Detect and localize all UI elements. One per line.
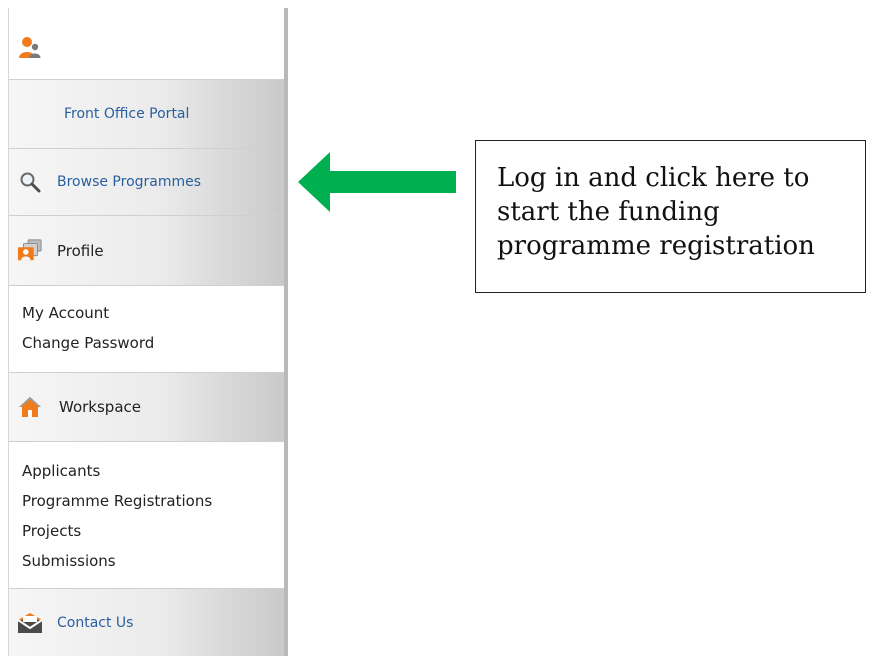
- menu-item-projects[interactable]: Projects: [22, 516, 284, 546]
- left-arrow-icon: [298, 152, 456, 212]
- sidebar-item-browse-programmes[interactable]: Browse Programmes: [9, 149, 284, 216]
- menu-item-submissions[interactable]: Submissions: [22, 546, 284, 576]
- sidebar-section-workspace: Workspace: [9, 373, 284, 442]
- menu-item-my-account[interactable]: My Account: [22, 298, 284, 328]
- contact-us-link[interactable]: Contact Us: [57, 615, 133, 631]
- profile-cards-icon: [17, 238, 43, 264]
- sidebar-item-front-office-portal[interactable]: Front Office Portal: [9, 80, 284, 149]
- browse-programmes-link[interactable]: Browse Programmes: [57, 174, 201, 190]
- menu-item-programme-registrations[interactable]: Programme Registrations: [22, 486, 284, 516]
- house-icon: [17, 394, 43, 420]
- sidebar-section-profile: Profile: [9, 216, 284, 286]
- magnifier-icon: [17, 169, 43, 195]
- sidebar-item-contact-us[interactable]: Contact Us: [9, 589, 284, 656]
- workspace-section-title: Workspace: [59, 398, 141, 416]
- profile-submenu: My Account Change Password: [9, 286, 284, 373]
- front-office-portal-link[interactable]: Front Office Portal: [64, 106, 189, 122]
- envelope-icon: [17, 610, 43, 636]
- menu-item-change-password[interactable]: Change Password: [22, 328, 284, 358]
- workspace-submenu: Applicants Programme Registrations Proje…: [9, 442, 284, 589]
- user-silhouette-icon: [17, 35, 43, 61]
- annotation-line-3: programme registration: [497, 231, 815, 261]
- annotation-line-2: start the funding: [497, 197, 720, 227]
- menu-item-applicants[interactable]: Applicants: [22, 456, 284, 486]
- sidebar: Front Office Portal Browse Programmes Pr…: [8, 8, 288, 656]
- sidebar-user-header: [9, 8, 284, 80]
- annotation-callout: Log in and click here to start the fundi…: [475, 140, 866, 293]
- profile-section-title: Profile: [57, 241, 104, 260]
- annotation-line-1: Log in and click here to: [497, 163, 810, 193]
